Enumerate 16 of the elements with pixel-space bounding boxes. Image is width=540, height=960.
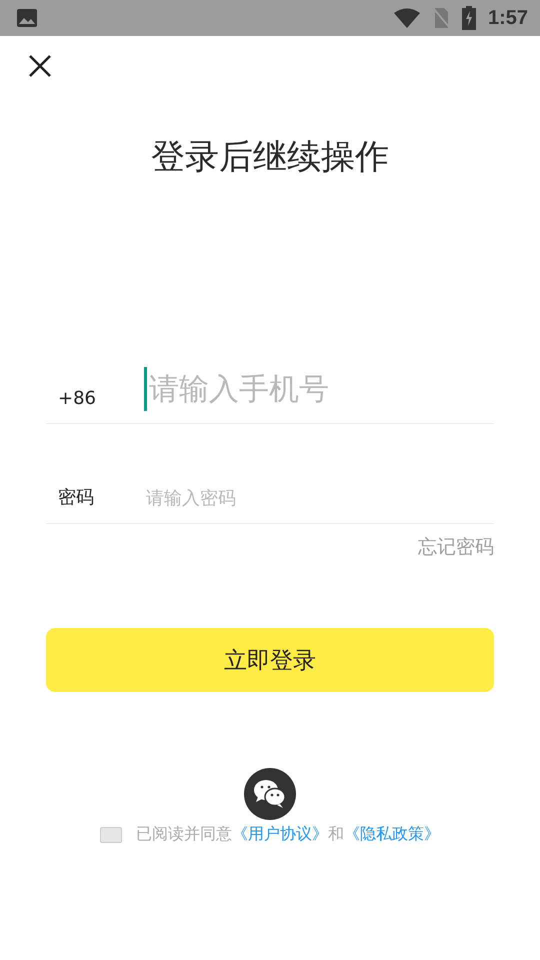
agreement-link[interactable]: 《隐私政策》	[344, 824, 440, 843]
page-title: 登录后继续操作	[150, 136, 390, 179]
wechat-login-button[interactable]	[244, 768, 296, 820]
phone-input[interactable]: 请输入手机号	[144, 367, 494, 411]
password-label: 密码	[57, 486, 95, 509]
agreement-checkbox[interactable]	[100, 826, 122, 842]
login-button[interactable]: 立即登录	[46, 628, 494, 692]
battery-charging-icon	[462, 6, 476, 30]
password-input[interactable]: 请输入密码	[144, 488, 494, 509]
country-code: +86	[57, 388, 97, 409]
agreement-link[interactable]: 《用户协议》	[232, 824, 328, 843]
forgot-password-link[interactable]: 忘记密码	[418, 534, 494, 560]
agreement-text: 已阅读并同意《用户协议》和《隐私政策》	[136, 824, 440, 845]
status-time: 1:57	[488, 6, 528, 30]
wifi-icon	[394, 8, 420, 28]
image-icon	[16, 8, 38, 28]
